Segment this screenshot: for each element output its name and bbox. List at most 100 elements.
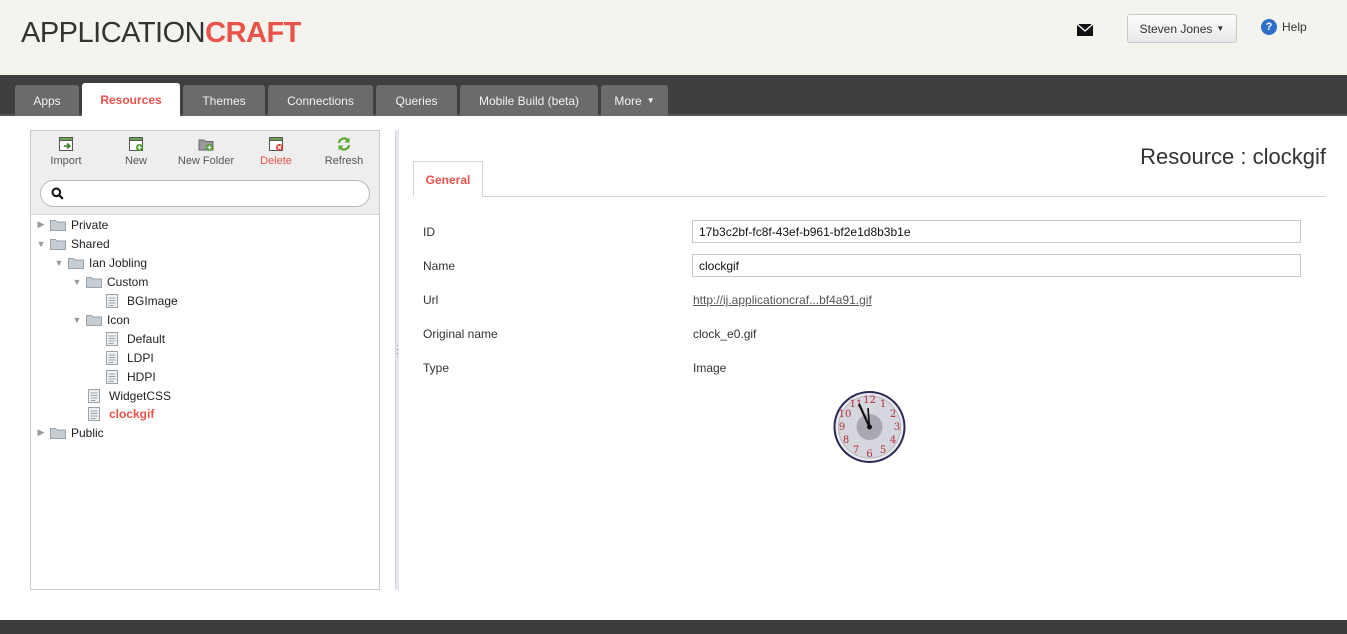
new-button[interactable]: New [101,136,171,167]
new-folder-button[interactable]: New Folder [171,136,241,167]
tab-label: Apps [33,93,61,108]
tree-node-widgetcss[interactable]: WidgetCSS [87,386,171,405]
svg-text:8: 8 [843,435,849,446]
file-icon [106,331,118,346]
refresh-icon [337,137,351,151]
import-label: Import [50,155,82,167]
mail-icon[interactable] [1077,24,1093,36]
search-icon [51,187,64,200]
collapse-arrow-icon[interactable]: ▼ [71,315,83,325]
svg-text:6: 6 [866,449,872,460]
url-label: Url [423,293,439,307]
expand-arrow-icon[interactable]: ▶ [35,219,47,230]
original-name-value: clock_e0.gif [693,327,757,341]
tab-mobile-build[interactable]: Mobile Build (beta) [460,85,598,116]
new-folder-label: New Folder [177,155,235,167]
svg-text:2: 2 [890,409,896,420]
help-icon: ? [1261,19,1277,35]
svg-text:7: 7 [853,445,859,456]
app-footer [0,620,1347,634]
tree-label: Ian Jobling [89,255,148,270]
page-title: Resource : clockgif [1140,144,1326,169]
tab-label: Connections [287,93,354,108]
help-link[interactable]: ? Help [1261,19,1307,35]
tree-label: Shared [71,236,110,251]
tree-node-ian-jobling[interactable]: ▼ Ian Jobling [53,253,148,272]
folder-open-icon [50,238,66,250]
tree-node-private[interactable]: ▶ Private [35,215,109,234]
id-label: ID [423,225,435,239]
url-link[interactable]: http://ij.applicationcraf...bf4a91.gif [693,293,872,307]
tab-themes[interactable]: Themes [183,85,265,116]
tree-node-icon[interactable]: ▼ Icon [71,310,130,329]
new-label: New [124,155,147,167]
delete-icon [269,137,283,151]
splitter-grip-icon[interactable]: · · · [396,342,399,358]
tab-queries[interactable]: Queries [376,85,457,116]
tree-node-default[interactable]: Default [105,329,165,348]
svg-text:10: 10 [839,409,852,420]
name-field[interactable] [692,254,1301,277]
folder-icon [50,427,66,439]
tree-label: Icon [107,312,130,327]
tree-node-hdpi[interactable]: HDPI [105,367,156,386]
file-icon [106,350,118,365]
tab-divider [483,196,1326,197]
folder-open-icon [86,276,102,288]
panel-splitter[interactable]: · · · [395,130,399,590]
expand-arrow-icon[interactable]: ▶ [35,427,47,438]
tree-label: Private [71,217,109,232]
resource-search[interactable] [40,180,370,207]
tree-label: LDPI [127,350,154,365]
caret-down-icon: ▼ [646,96,655,105]
tree-label: WidgetCSS [109,388,172,403]
app-header: APPLICATIONCRAFT Steven Jones ▼ ? Help [0,0,1347,75]
new-folder-icon [198,139,214,151]
main-nav: Apps Resources Themes Connections Querie… [0,75,1347,117]
resource-browser-panel: Import New New Folder Delete Refresh ▶ P… [30,130,380,590]
file-icon [106,293,118,308]
tree-node-ldpi[interactable]: LDPI [105,348,154,367]
tab-resources[interactable]: Resources [82,83,180,117]
logo-craft: CRAFT [205,17,301,49]
original-name-label: Original name [423,327,498,341]
tab-more[interactable]: More ▼ [601,85,668,116]
tree-label: HDPI [127,369,156,384]
tab-label: Mobile Build (beta) [478,93,580,108]
collapse-arrow-icon[interactable]: ▼ [71,277,83,287]
tab-connections[interactable]: Connections [268,85,373,116]
collapse-arrow-icon[interactable]: ▼ [53,258,65,268]
svg-text:5: 5 [880,445,886,456]
tree-node-clockgif[interactable]: clockgif [87,404,154,423]
tree-node-shared[interactable]: ▼ Shared [35,234,110,253]
tree-node-public[interactable]: ▶ Public [35,423,104,442]
delete-label: Delete [260,155,292,167]
svg-text:4: 4 [890,435,896,446]
folder-icon [50,219,66,231]
tree-label: Custom [107,274,149,289]
tree-node-custom[interactable]: ▼ Custom [71,272,149,291]
id-field[interactable] [692,220,1301,243]
name-label: Name [423,259,456,273]
tree-node-bgimage[interactable]: BGImage [105,291,178,310]
tab-apps[interactable]: Apps [15,85,79,116]
tab-label: Themes [202,93,246,108]
delete-button[interactable]: Delete [241,136,311,167]
collapse-arrow-icon[interactable]: ▼ [35,239,47,249]
import-icon [59,137,73,151]
tab-label: Resources [100,93,162,107]
user-menu-button[interactable]: Steven Jones ▼ [1127,14,1237,43]
search-input[interactable] [69,185,359,203]
file-icon [106,369,118,384]
svg-text:1: 1 [880,399,886,410]
refresh-button[interactable]: Refresh [309,136,379,167]
tab-general[interactable]: General [413,161,483,197]
tab-label: Queries [395,93,438,108]
app-logo[interactable]: APPLICATIONCRAFT [21,17,301,49]
import-button[interactable]: Import [31,136,101,167]
tree-label: Default [127,331,166,346]
tab-label: More [614,93,642,108]
folder-open-icon [86,314,102,326]
tree-label: Public [71,425,104,440]
resource-toolbar: Import New New Folder Delete Refresh [31,131,379,215]
